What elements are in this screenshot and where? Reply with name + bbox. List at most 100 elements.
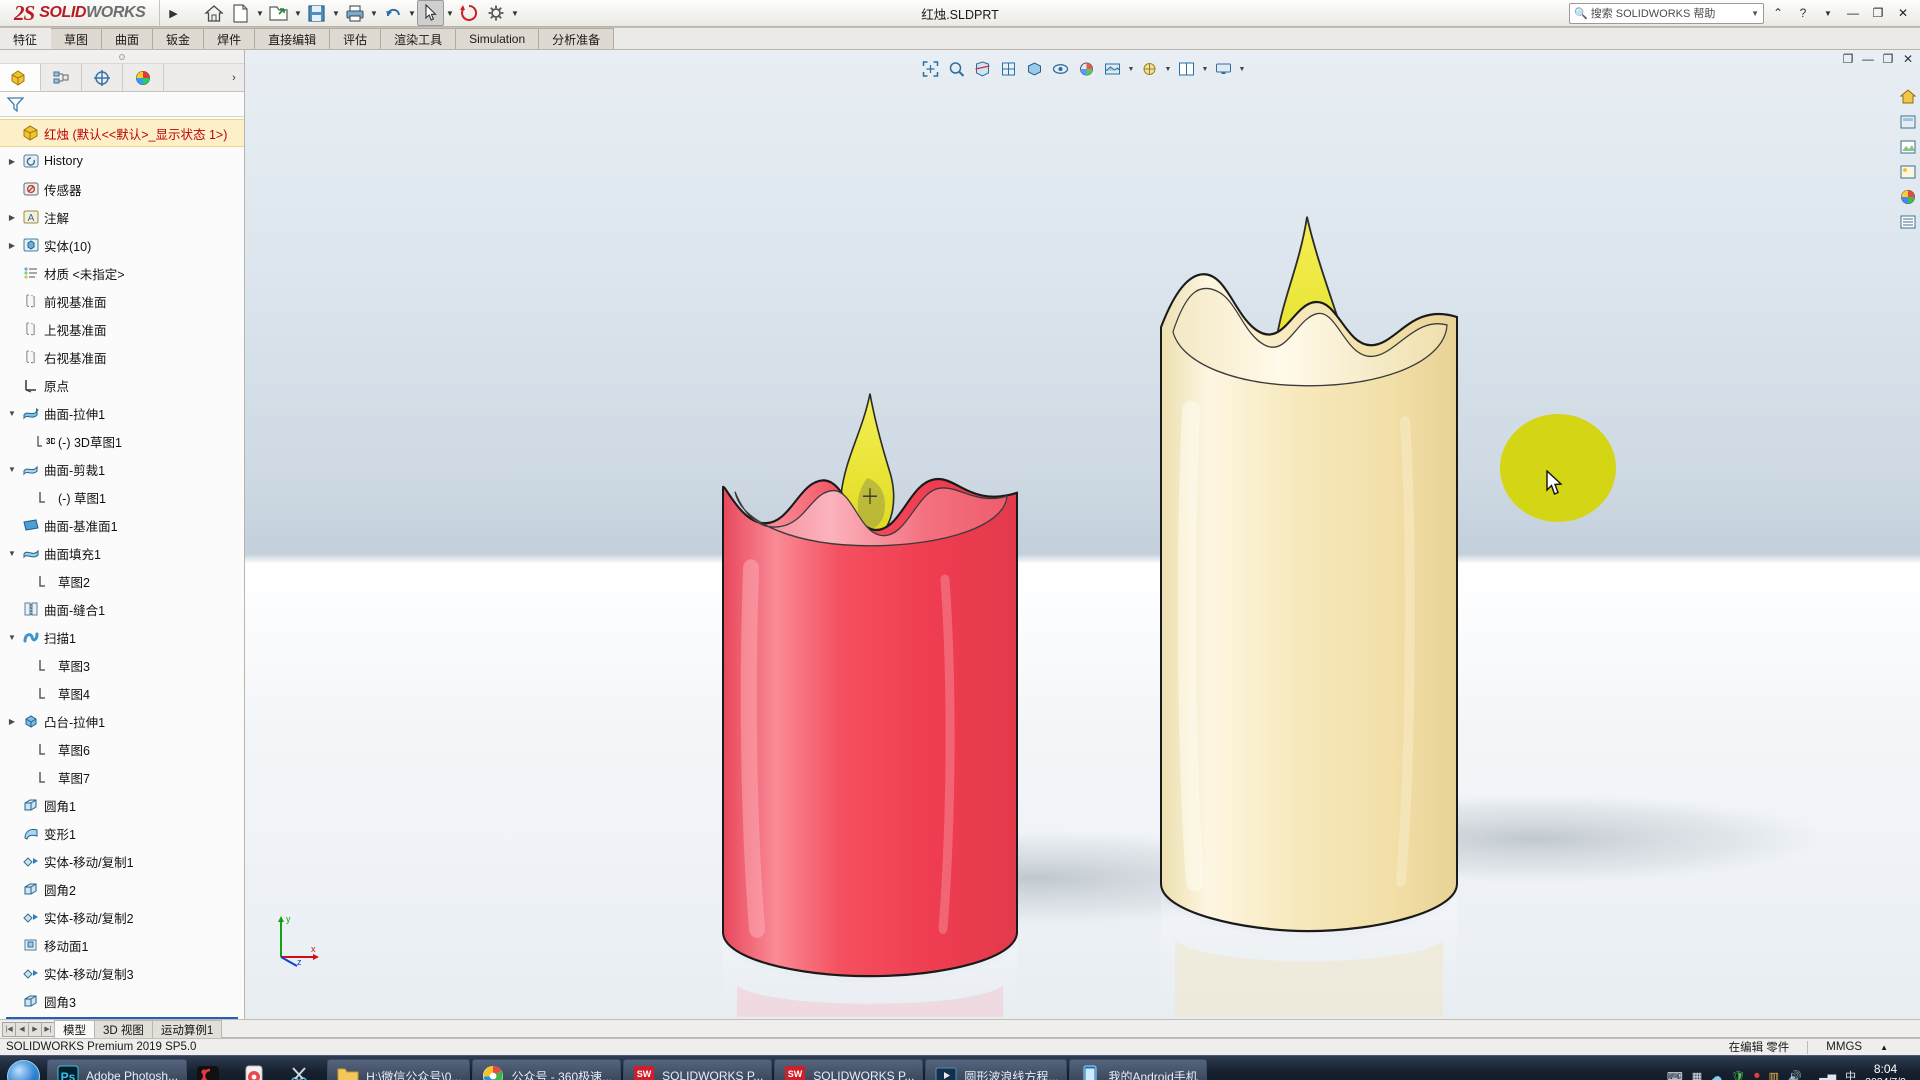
tree-filter-row[interactable] xyxy=(0,92,244,117)
zoom-area-icon[interactable] xyxy=(944,57,969,81)
fillet-button[interactable]: 圆角 ▼ xyxy=(481,27,533,28)
open-dropdown[interactable]: ▼ xyxy=(292,0,303,26)
tree-item-caret[interactable]: ▶ xyxy=(4,717,20,726)
tree-item-16[interactable]: 草图2 xyxy=(0,567,244,595)
taskbar-item-app2[interactable] xyxy=(189,1059,233,1080)
zoom-to-fit-icon[interactable] xyxy=(918,57,943,81)
assembly-random-color-button[interactable]: 装配体随机改变颜色 xyxy=(1398,27,1454,28)
revolve-boss-button[interactable]: 旋转凸台/基体 xyxy=(59,27,111,28)
search-dropdown-icon[interactable]: ▼ xyxy=(1751,9,1759,18)
taskbar-item-snip[interactable] xyxy=(281,1059,325,1080)
loft-cut-button[interactable]: 放样切割 xyxy=(391,27,470,28)
viewtab-model[interactable]: 模型 xyxy=(54,1020,95,1038)
scene-icon[interactable] xyxy=(1100,57,1125,81)
scenes-tab-icon[interactable] xyxy=(1897,161,1919,183)
flex-button[interactable]: 弯曲 xyxy=(1047,27,1099,28)
scene-dropdown[interactable]: ▼ xyxy=(1126,57,1136,81)
new-document-icon[interactable] xyxy=(227,0,254,26)
tree-item-31[interactable]: 圆角3 xyxy=(0,987,244,1015)
record-icon[interactable]: ⏺ xyxy=(1754,1070,1760,1080)
tree-item-caret[interactable]: ▶ xyxy=(4,241,20,250)
view-settings-dropdown[interactable]: ▼ xyxy=(1163,57,1173,81)
custom-properties-icon[interactable] xyxy=(1897,211,1919,233)
tree-item-caret[interactable]: ▼ xyxy=(4,549,20,558)
multibody-random-color-button[interactable]: 多实体随机颜色 xyxy=(1456,27,1508,28)
tree-item-30[interactable]: 实体-移动/复制3 xyxy=(0,959,244,987)
tree-item-29[interactable]: 移动面1 xyxy=(0,931,244,959)
window-restore-button[interactable]: ❐ xyxy=(1867,3,1889,23)
feature-manager-tab[interactable] xyxy=(0,64,41,91)
tree-item-23[interactable]: 草图7 xyxy=(0,763,244,791)
taskbar-item-folder[interactable]: H:\微信公众号\0... xyxy=(327,1059,471,1080)
viewtab-next-button[interactable]: ▶ xyxy=(28,1021,42,1037)
window-minimize-button[interactable]: — xyxy=(1842,3,1864,23)
appearance-color-blob[interactable] xyxy=(1500,414,1616,522)
taskbar-item-solidworks-1[interactable]: SW2019 SOLIDWORKS P... xyxy=(623,1059,773,1080)
wifi-icon[interactable]: ▁▃▅ xyxy=(1811,1070,1836,1080)
display-style-icon[interactable] xyxy=(1022,57,1047,81)
rollback-bar[interactable] xyxy=(6,1017,238,1019)
tree-item-2[interactable]: 传感器 xyxy=(0,175,244,203)
tab-weldments[interactable]: 焊件 xyxy=(203,28,256,49)
viewtab-prev-button[interactable]: ◀ xyxy=(15,1021,29,1037)
extrude-cut-button[interactable]: 拉伸切除 xyxy=(229,27,281,28)
minimize-ribbon-icon[interactable]: ⌃ xyxy=(1767,2,1789,24)
taskbar-item-solidworks-2[interactable]: SW2019 SOLIDWORKS P... xyxy=(774,1059,924,1080)
feature-translate-button[interactable]: 特征名翻译宏 xyxy=(1510,27,1562,28)
help-search-input[interactable]: 🔍 搜索 SOLIDWORKS 帮助 ▼ xyxy=(1569,2,1764,24)
intersect-button[interactable]: 相交 xyxy=(647,27,703,28)
save-icon[interactable] xyxy=(303,0,330,26)
tree-item-3[interactable]: ▶ A 注解 xyxy=(0,203,244,231)
tree-item-5[interactable]: 材质 <未指定> xyxy=(0,259,244,287)
view-orientation-icon[interactable] xyxy=(996,57,1021,81)
tab-direct-editing[interactable]: 直接编辑 xyxy=(254,28,331,49)
tab-simulation[interactable]: Simulation xyxy=(455,28,540,49)
status-units-caret[interactable]: ▲ xyxy=(1880,1043,1888,1052)
tab-render-tools[interactable]: 渲染工具 xyxy=(380,28,457,49)
help-dropdown-icon[interactable]: ▼ xyxy=(1817,2,1839,24)
tree-item-20[interactable]: 草图4 xyxy=(0,679,244,707)
viewtab-last-button[interactable]: ▶| xyxy=(41,1021,55,1037)
delete-keep-body-button[interactable]: 删除/保留实体 xyxy=(993,27,1045,28)
tree-item-6[interactable]: 前视基准面 xyxy=(0,287,244,315)
graphics-area[interactable]: ▼ ▼ ▼ ▼ ❐ — ❐ ✕ y x z xyxy=(245,50,1920,1019)
hole-wizard-button[interactable]: 异型孔向导 ▼ xyxy=(283,27,335,28)
tree-item-17[interactable]: 曲面-缝合1 xyxy=(0,595,244,623)
wrap2-button[interactable]: ab 包覆 xyxy=(1110,27,1162,28)
taskbar-item-photoshop[interactable]: Ps Adobe Photosh... xyxy=(47,1059,188,1080)
tree-item-caret[interactable]: ▼ xyxy=(4,465,20,474)
taskbar-item-app3[interactable] xyxy=(235,1059,279,1080)
tab-analysis-prep[interactable]: 分析准备 xyxy=(538,28,615,49)
new-document-dropdown[interactable]: ▼ xyxy=(254,0,265,26)
tree-item-8[interactable]: 右视基准面 xyxy=(0,343,244,371)
simple-hole-button[interactable]: 简单直孔 xyxy=(1164,27,1216,28)
linear-pattern-button[interactable]: 线性阵列 ▼ xyxy=(535,27,587,28)
display-state-dropdown[interactable]: ▼ xyxy=(1237,57,1247,81)
viewtab-first-button[interactable]: |◀ xyxy=(2,1021,16,1037)
print-dropdown[interactable]: ▼ xyxy=(368,0,379,26)
display-state-icon[interactable] xyxy=(1211,57,1236,81)
rebuild-icon[interactable] xyxy=(455,0,482,26)
ime-icon[interactable]: 中 xyxy=(1845,1068,1856,1080)
help-icon[interactable]: ? xyxy=(1792,2,1814,24)
graphics-maximize-button[interactable]: ❐ xyxy=(1880,52,1896,66)
tree-item-15[interactable]: ▼ 曲面填充1 xyxy=(0,539,244,567)
curves-button[interactable]: 曲线 ▼ xyxy=(768,27,820,28)
grid-icon[interactable]: ▦ xyxy=(1692,1070,1702,1080)
tab-features[interactable]: 特征 xyxy=(0,28,52,49)
tree-item-27[interactable]: 圆角2 xyxy=(0,875,244,903)
undo-icon[interactable] xyxy=(379,0,406,26)
viewtab-motion-study[interactable]: 运动算例1 xyxy=(151,1020,223,1038)
tree-item-caret[interactable]: ▼ xyxy=(4,409,20,418)
speaker-icon[interactable]: 🔊 xyxy=(1788,1070,1802,1080)
display-manager-tab[interactable] xyxy=(123,64,164,91)
options-gear-icon[interactable] xyxy=(482,0,509,26)
tree-item-12[interactable]: ▼ 曲面-剪裁1 xyxy=(0,455,244,483)
reference-geometry-button[interactable]: 参考几何体 ▼ xyxy=(714,27,766,28)
move-copy-body-button[interactable]: 移动/复制实体 xyxy=(939,27,991,28)
tree-item-21[interactable]: ▶ 凸台-拉伸1 xyxy=(0,707,244,735)
tree-item-22[interactable]: 草图6 xyxy=(0,735,244,763)
open-folder-icon[interactable] xyxy=(265,0,292,26)
tree-item-7[interactable]: 上视基准面 xyxy=(0,315,244,343)
tree-item-26[interactable]: 实体-移动/复制1 xyxy=(0,847,244,875)
